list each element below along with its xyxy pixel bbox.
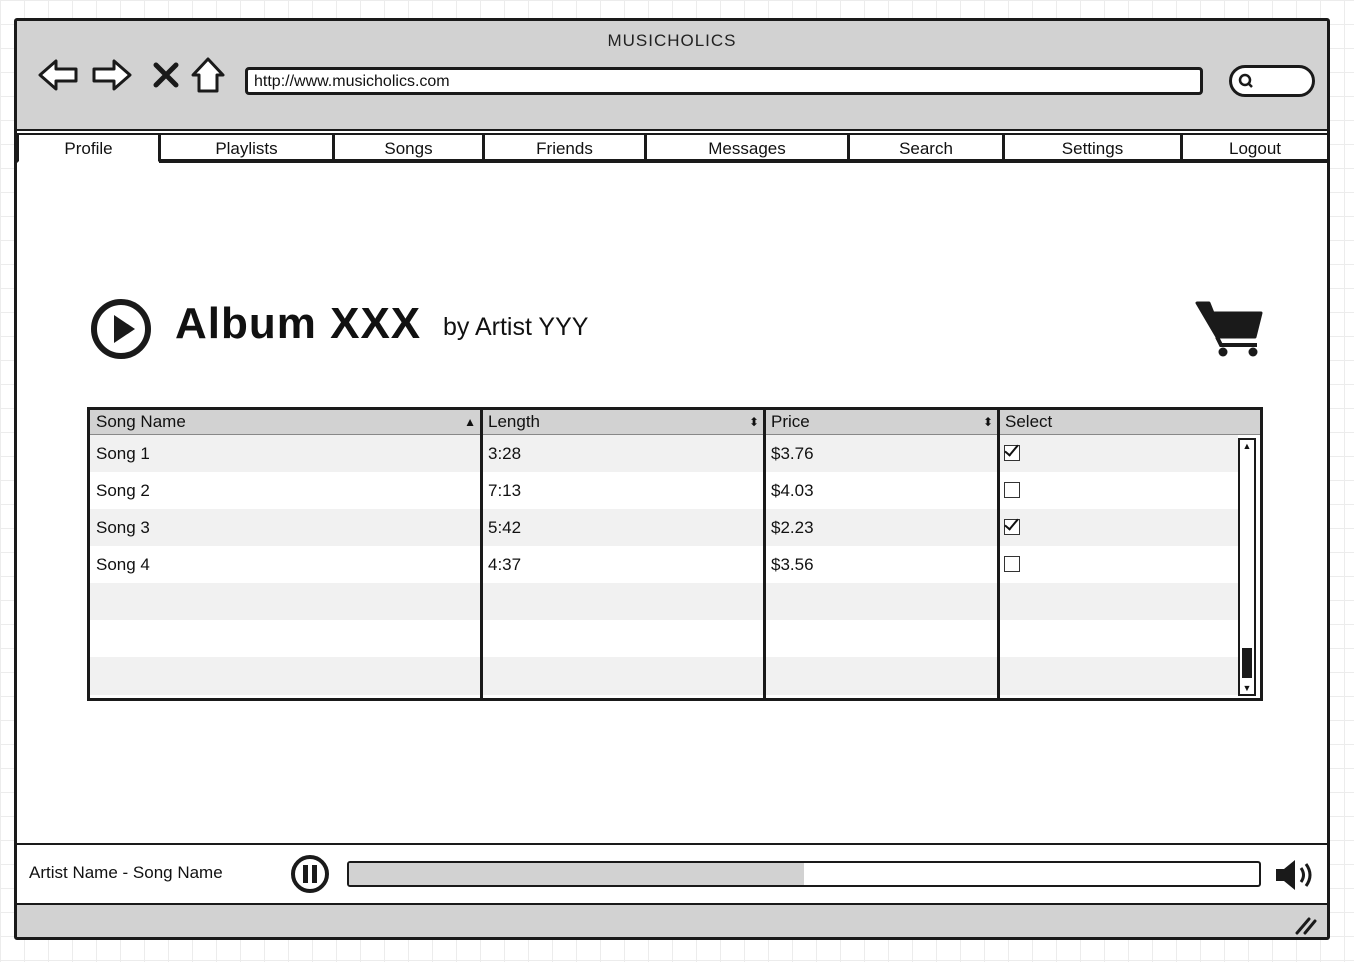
playback-progress-bar[interactable]: [347, 861, 1261, 887]
length-cell: 5:42: [488, 518, 522, 537]
pause-icon[interactable]: [289, 853, 331, 895]
tab-search[interactable]: Search: [848, 133, 1004, 163]
table-scrollbar[interactable]: ▲ ▼: [1238, 438, 1256, 696]
browser-window: MUSICHOLICS http://www.musicholics.com P…: [14, 18, 1330, 940]
forward-button[interactable]: [91, 55, 133, 95]
song-name-cell: Song 2: [96, 481, 150, 500]
stop-button[interactable]: [145, 55, 187, 95]
price-cell: $3.76: [771, 444, 814, 463]
tab-songs[interactable]: Songs: [333, 133, 484, 163]
home-button[interactable]: [187, 55, 229, 95]
column-divider: [763, 410, 766, 698]
url-bar[interactable]: http://www.musicholics.com: [245, 67, 1203, 95]
shopping-cart-icon[interactable]: [1195, 299, 1265, 359]
song-table: Song Name ▲ Length ⬍ Price ⬍ Select Song 1 …: [87, 407, 1263, 701]
header-price[interactable]: Price ⬍: [765, 410, 999, 434]
table-row-empty: [90, 657, 1238, 695]
header-length[interactable]: Length ⬍: [482, 410, 765, 434]
table-row[interactable]: Song 3 5:42 $2.23: [90, 509, 1238, 546]
tab-logout[interactable]: Logout: [1181, 133, 1327, 163]
length-cell: 7:13: [488, 481, 522, 500]
search-icon: [1238, 73, 1253, 88]
album-artist: by Artist YYY: [443, 313, 589, 341]
status-bar: [17, 905, 1327, 937]
select-checkbox[interactable]: [1004, 519, 1020, 535]
main-menu: Profile Playlists Songs Friends Messages…: [17, 131, 1327, 167]
tab-settings[interactable]: Settings: [1003, 133, 1182, 163]
column-divider: [997, 410, 1000, 698]
length-cell: 3:28: [488, 444, 522, 463]
table-row-empty: [90, 583, 1238, 620]
volume-icon[interactable]: [1273, 857, 1319, 893]
table-row[interactable]: Song 1 3:28 $3.76: [90, 435, 1238, 472]
tab-profile[interactable]: Profile: [17, 133, 160, 163]
progress-fill: [349, 863, 804, 885]
scroll-up-icon[interactable]: ▲: [1240, 440, 1254, 452]
scrollbar-thumb[interactable]: [1242, 648, 1252, 678]
price-cell: $3.56: [771, 555, 814, 574]
sort-ascending-icon: ▲: [464, 415, 476, 429]
length-cell: 4:37: [488, 555, 522, 574]
player-bar: Artist Name - Song Name: [17, 843, 1327, 907]
scroll-down-icon[interactable]: ▼: [1240, 682, 1254, 694]
column-divider: [480, 410, 483, 698]
album-title: Album XXX: [175, 299, 422, 348]
tab-friends[interactable]: Friends: [483, 133, 646, 163]
browser-search-input[interactable]: [1229, 65, 1315, 97]
table-row[interactable]: Song 4 4:37 $3.56: [90, 546, 1238, 583]
home-icon: [191, 57, 225, 93]
browser-chrome: MUSICHOLICS http://www.musicholics.com: [17, 21, 1327, 132]
song-name-cell: Song 4: [96, 555, 150, 574]
now-playing-label: Artist Name - Song Name: [29, 863, 223, 882]
header-song-name[interactable]: Song Name ▲: [90, 410, 482, 434]
window-title: MUSICHOLICS: [607, 31, 737, 50]
select-checkbox[interactable]: [1004, 556, 1020, 572]
tab-messages[interactable]: Messages: [645, 133, 849, 163]
table-row-empty: [90, 620, 1238, 657]
song-name-cell: Song 3: [96, 518, 150, 537]
back-button[interactable]: [37, 55, 79, 95]
price-cell: $4.03: [771, 481, 814, 500]
back-arrow-icon: [38, 59, 78, 91]
select-checkbox[interactable]: [1004, 445, 1020, 461]
play-icon[interactable]: [89, 297, 153, 361]
price-cell: $2.23: [771, 518, 814, 537]
sort-icon: ⬍: [982, 415, 993, 429]
select-checkbox[interactable]: [1004, 482, 1020, 498]
close-icon: [153, 62, 179, 88]
sort-icon: ⬍: [748, 415, 759, 429]
table-row[interactable]: Song 2 7:13 $4.03: [90, 472, 1238, 509]
table-header: Song Name ▲ Length ⬍ Price ⬍ Select: [90, 410, 1260, 435]
song-name-cell: Song 1: [96, 444, 150, 463]
resize-grip-icon[interactable]: [1293, 913, 1319, 935]
forward-arrow-icon: [92, 59, 132, 91]
header-select[interactable]: Select: [999, 410, 1259, 434]
tab-playlists[interactable]: Playlists: [159, 133, 334, 163]
